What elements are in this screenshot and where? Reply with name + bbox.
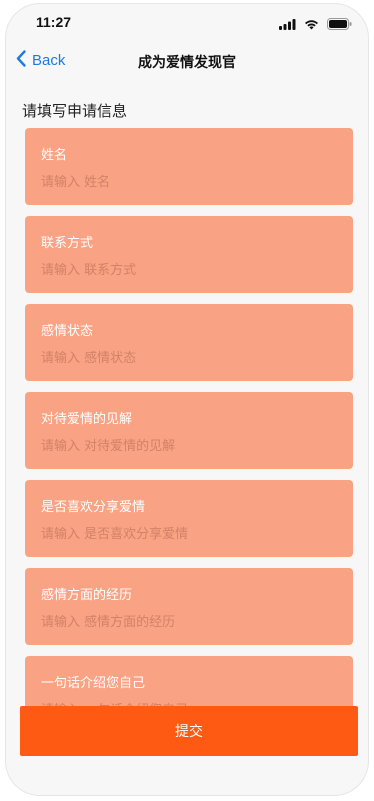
status-bar: 11:27 [6, 4, 368, 40]
field-label: 联系方式 [41, 236, 94, 251]
wifi-icon [304, 15, 319, 34]
navigation-bar: Back 成为爱情发现官 [6, 40, 368, 84]
signal-icon [279, 15, 296, 34]
battery-icon [327, 15, 352, 34]
submit-button[interactable]: 提交 [20, 706, 358, 756]
field-input[interactable]: 请输入 感情方面的经历 [41, 611, 175, 630]
form-field-name[interactable]: 姓名 请输入 姓名 [25, 128, 353, 205]
status-time: 11:27 [36, 14, 72, 30]
field-label: 姓名 [41, 148, 68, 163]
field-label: 对待爱情的见解 [41, 412, 133, 427]
field-input[interactable]: 请输入 联系方式 [41, 259, 136, 278]
field-label: 感情方面的经历 [41, 588, 133, 603]
form-field-love-view[interactable]: 对待爱情的见解 请输入 对待爱情的见解 [25, 392, 353, 469]
field-input[interactable]: 请输入 感情状态 [41, 347, 136, 366]
page-title: 成为爱情发现官 [138, 55, 236, 71]
status-icons [279, 15, 352, 34]
form-field-experience[interactable]: 感情方面的经历 请输入 感情方面的经历 [25, 568, 353, 645]
field-input[interactable]: 请输入 对待爱情的见解 [41, 435, 175, 454]
section-title: 请填写申请信息 [22, 102, 128, 120]
field-label: 一句话介绍您自己 [41, 676, 146, 691]
form-fields: 姓名 请输入 姓名 联系方式 请输入 联系方式 感情状态 请输入 感情状态 对待… [25, 128, 353, 744]
field-label: 感情状态 [41, 324, 94, 339]
field-label: 是否喜欢分享爱情 [41, 500, 146, 515]
form-field-contact[interactable]: 联系方式 请输入 联系方式 [25, 216, 353, 293]
phone-screen: 11:27 Back 成为爱情发现官 请填写申请信息 姓名 请输入 姓名 联系方… [6, 4, 368, 795]
field-input[interactable]: 请输入 是否喜欢分享爱情 [41, 523, 188, 542]
form-field-relationship-status[interactable]: 感情状态 请输入 感情状态 [25, 304, 353, 381]
form-field-like-sharing[interactable]: 是否喜欢分享爱情 请输入 是否喜欢分享爱情 [25, 480, 353, 557]
field-input[interactable]: 请输入 姓名 [41, 171, 110, 190]
